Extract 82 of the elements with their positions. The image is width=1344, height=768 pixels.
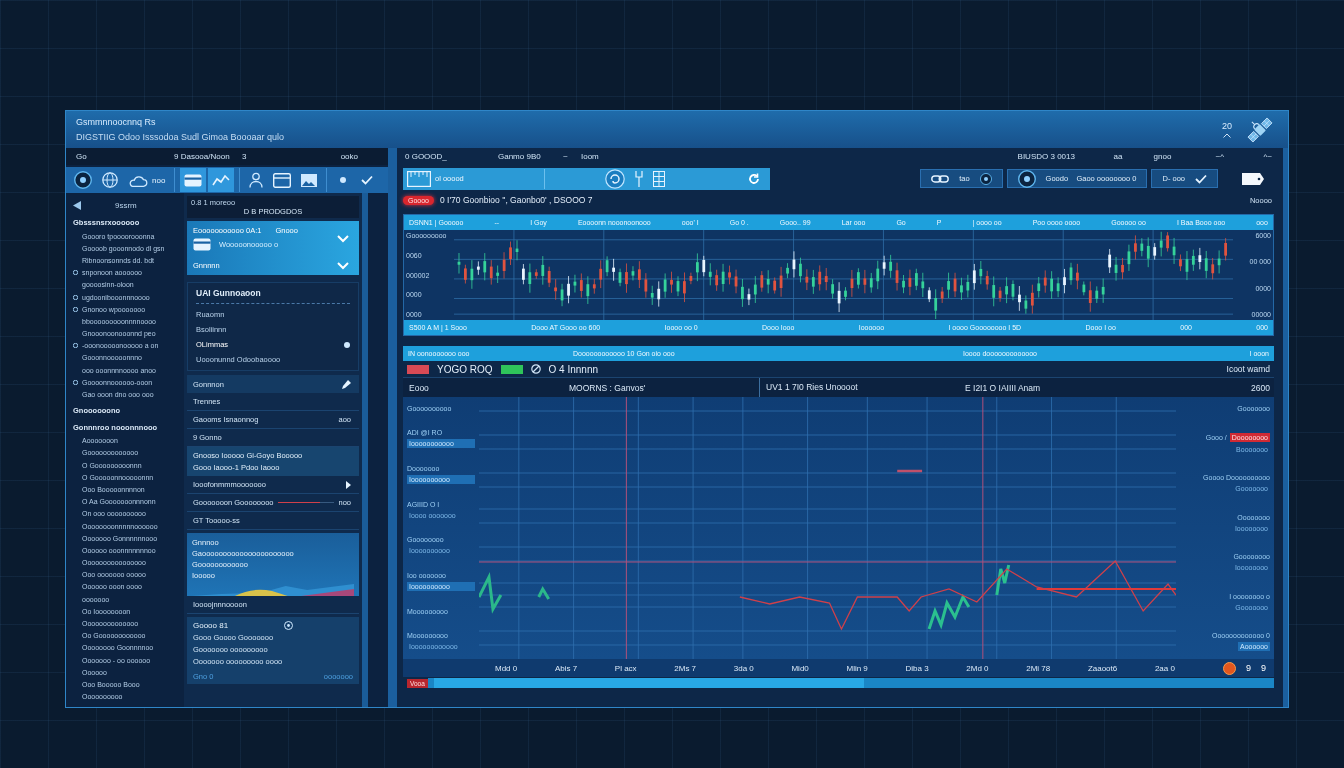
check-icon [361,175,374,185]
axis-label: Mdd 0 [495,663,518,673]
column-header: E I2I1 O IAIIII Anam [964,382,1042,393]
globe-icon [102,172,118,188]
link-icon [931,173,950,184]
sidebar-title: 9ssrm [115,200,137,210]
chart-icon [212,174,231,186]
axis-label: 2Md 0 [966,663,989,673]
card-icon [184,173,203,187]
subtitle-text: DIGSTIIG Odoo Isssodoa Sudl Gimoa Boooaar qulo [76,132,285,142]
card-title: Goooo 81 [193,621,229,630]
menu-label[interactable]: 9 Dasooa/Noon [174,152,242,161]
menu-label: 3 [242,152,248,161]
image-icon [301,173,318,187]
check-icon [1195,173,1207,184]
axis-label: Diba 3 [905,663,929,673]
bullet-icon [73,343,78,349]
caret-up-icon [1223,133,1231,138]
axis-label: 2Mi 78 [1026,663,1051,673]
menu-label[interactable]: ~^ [1215,152,1264,161]
column-header: 2600 [1250,382,1271,393]
caret-right-icon[interactable] [346,480,351,489]
toolbar-button[interactable] [208,168,235,192]
menu-label[interactable]: ~ [563,152,581,161]
axis-label: 2aa 0 [1154,663,1175,673]
dot-icon [340,177,347,183]
swirl-icon[interactable] [604,168,625,189]
legend-label: O 4 Innnnn [548,363,599,375]
bullet-icon [73,270,78,276]
menu-label[interactable]: ^~ [1263,152,1274,161]
alert-text: 0 I'70 Goonbioo '', Gaonbo0' , DSOOO 7 [440,195,593,205]
bullet-icon [73,294,78,300]
column-header: MOORNS : Ganvos' [568,382,647,393]
ring-icon [74,171,92,189]
list-title: UAI Gunnoaoon [196,288,262,298]
chevron-down-icon[interactable] [337,261,349,270]
status-dot-icon [1222,661,1236,675]
menu-label[interactable]: 0 GOOOD_ [403,152,498,161]
menu-label[interactable]: aa [1113,152,1154,161]
card-icon [193,238,211,251]
scroll-thumb[interactable] [433,678,864,688]
satellite-icon[interactable] [1246,115,1274,144]
column-header: Eooo [408,382,430,393]
menu-label[interactable]: Ganmo 9B0 [498,152,563,161]
cloud-icon [128,173,148,187]
axis-label: 3da 0 [733,663,754,673]
slash-circle-icon [530,364,541,374]
axis-label: Mid0 [791,663,809,673]
window-title: Gsmmnnoocnnq Rs [76,117,157,127]
chevron-down-icon[interactable] [337,234,349,243]
axis-label: 2Ms 7 [674,663,697,673]
axis-label: Mlin 9 [846,663,868,673]
tag-icon[interactable] [1242,172,1264,185]
legend-label: Icoot wamd [1226,364,1270,374]
scrollbar[interactable] [427,678,1274,688]
ring-icon [1017,169,1036,188]
ruler-icon[interactable] [407,170,431,187]
pencil-icon[interactable] [342,379,351,389]
window-icon [273,172,292,188]
ring-icon [979,172,992,185]
legend-label: YOGO ROQ [437,363,493,375]
dot-icon [344,341,350,348]
axis-label: 9 [1245,663,1251,673]
axis-label: Abis 7 [554,663,578,673]
bullet-icon [73,379,78,385]
menu-label[interactable]: gnoo [1153,152,1216,161]
menu-label[interactable]: ooko [340,152,388,161]
counter-text: 20 [1222,121,1232,131]
grid-icon[interactable] [652,170,665,187]
refresh-icon[interactable] [748,172,760,185]
menu-label[interactable]: BIUSDO 3 0013 [1017,152,1114,161]
bullet-icon [73,306,78,312]
menu-label[interactable]: Go [66,152,174,161]
axis-label: Pl acx [614,663,637,673]
triangle-icon [73,200,81,210]
target-icon [284,621,293,630]
menu-label[interactable]: Ioom [581,152,599,161]
toolbar-button[interactable] [180,168,207,192]
toolbar-button[interactable]: noo [124,168,170,192]
axis-label: Zaaoot6 [1087,663,1118,673]
person-icon [249,172,264,188]
axis-label: 9 [1261,663,1266,673]
